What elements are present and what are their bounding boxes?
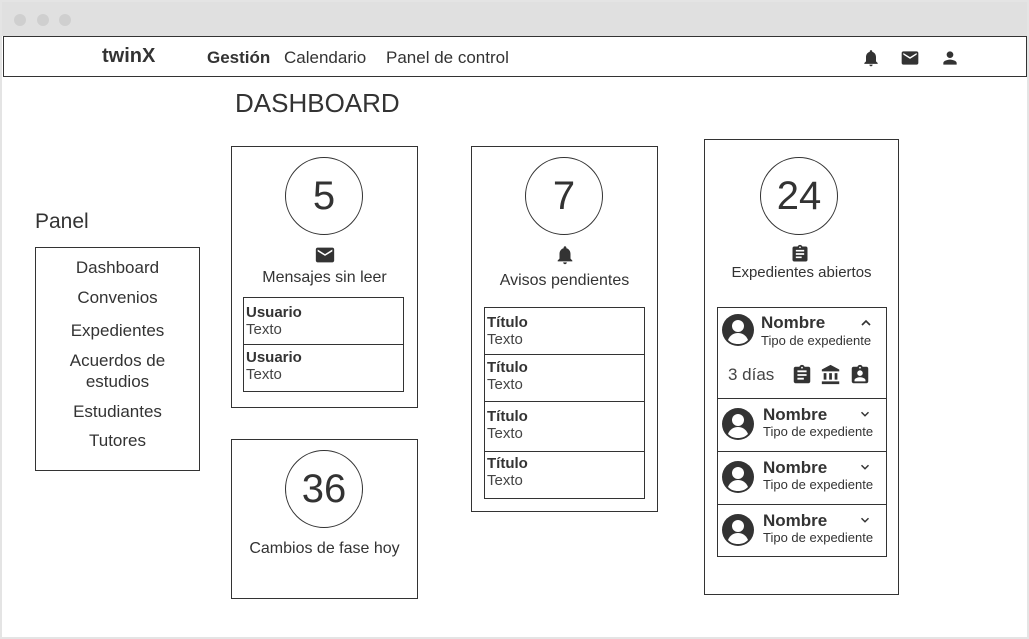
files-list: Nombre Tipo de expediente 3 días Nombre …	[717, 307, 887, 557]
file-type: Tipo de expediente	[763, 424, 874, 439]
notice-text: Texto	[487, 472, 523, 489]
message-text: Texto	[246, 366, 282, 383]
bell-icon	[557, 246, 573, 265]
window-maximize-dot[interactable]	[59, 14, 71, 26]
file-type: Tipo de expediente	[763, 530, 874, 545]
files-card: 24 Expedientes abiertos Nombre Tipo de e…	[704, 139, 899, 595]
sidebar-item-expedientes[interactable]: Expedientes	[36, 320, 199, 341]
notice-title: Título	[487, 359, 528, 376]
file-name: Nombre	[763, 458, 828, 477]
browser-window: twinX Gestión Calendario Panel de contro…	[0, 0, 1029, 639]
mail-icon[interactable]	[900, 48, 920, 68]
notice-text: Texto	[487, 331, 523, 348]
notice-text: Texto	[487, 376, 523, 393]
list-item[interactable]: Nombre Tipo de expediente	[718, 504, 886, 556]
sidebar-item-estudiantes[interactable]: Estudiantes	[36, 401, 199, 422]
chevron-down-icon[interactable]	[858, 460, 872, 474]
file-name: Nombre	[763, 511, 828, 530]
notices-card: 7 Avisos pendientes Título Texto Título …	[471, 146, 658, 512]
sidebar-item-acuerdos-de-estudios[interactable]: Acuerdos de estudios	[36, 350, 199, 392]
user-icon[interactable]	[940, 48, 960, 68]
list-item[interactable]: Usuario Texto	[244, 344, 403, 392]
chevron-down-icon[interactable]	[858, 407, 872, 421]
list-item[interactable]: Título Texto	[487, 314, 642, 348]
message-text: Texto	[246, 321, 282, 338]
chevron-down-icon[interactable]	[858, 513, 872, 527]
brand-logo[interactable]: twinX	[102, 45, 155, 68]
notices-count: 7	[525, 157, 603, 235]
page-title: DASHBOARD	[235, 88, 400, 118]
top-navbar: twinX Gestión Calendario Panel de contro…	[3, 36, 1027, 77]
sidebar-title: Panel	[35, 210, 89, 233]
messages-card: 5 Mensajes sin leer Usuario Texto Usuari…	[231, 146, 418, 408]
notice-title: Título	[487, 408, 528, 425]
window-titlebar	[2, 2, 1027, 36]
notice-text: Texto	[487, 425, 523, 442]
avatar-icon	[722, 461, 754, 493]
file-type: Tipo de expediente	[763, 477, 874, 492]
file-name: Nombre	[761, 313, 826, 332]
message-user: Usuario	[246, 304, 302, 321]
notice-title: Título	[487, 314, 528, 331]
files-label: Expedientes abiertos	[731, 264, 872, 281]
list-item[interactable]: Nombre Tipo de expediente	[718, 451, 886, 504]
clipboard-icon[interactable]	[791, 364, 813, 386]
sidebar-item-convenios[interactable]: Convenios	[36, 287, 199, 308]
sidebar-panel: Dashboard Convenios Expedientes Acuerdos…	[35, 247, 200, 471]
avatar-icon	[722, 314, 754, 346]
assignment-ind-icon[interactable]	[849, 364, 871, 386]
nav-item-calendario[interactable]: Calendario	[284, 48, 366, 68]
mail-icon	[315, 247, 335, 263]
nav-item-gestion[interactable]: Gestión	[207, 48, 270, 68]
phase-changes-count: 36	[285, 450, 363, 528]
sidebar-item-dashboard[interactable]: Dashboard	[36, 257, 199, 278]
list-item[interactable]: Nombre Tipo de expediente	[718, 398, 886, 451]
nav-item-panel-de-control[interactable]: Panel de control	[386, 48, 509, 68]
phase-changes-card: 36 Cambios de fase hoy	[231, 439, 418, 599]
list-item-expanded[interactable]: Nombre Tipo de expediente 3 días	[718, 308, 886, 398]
list-item[interactable]: Usuario Texto	[246, 304, 401, 338]
chevron-up-icon[interactable]	[858, 315, 874, 331]
window-minimize-dot[interactable]	[37, 14, 49, 26]
bell-icon[interactable]	[861, 48, 881, 68]
notice-title: Título	[487, 455, 528, 472]
messages-list: Usuario Texto Usuario Texto	[243, 297, 404, 392]
messages-label: Mensajes sin leer	[262, 269, 387, 286]
avatar-icon	[722, 408, 754, 440]
notices-label: Avisos pendientes	[499, 272, 630, 289]
file-type: Tipo de expediente	[761, 333, 872, 348]
phase-changes-label: Cambios de fase hoy	[249, 540, 400, 557]
list-item[interactable]: Título Texto	[485, 401, 644, 451]
institution-icon[interactable]	[820, 364, 842, 386]
avatar-icon	[722, 514, 754, 546]
notices-list: Título Texto Título Texto Título Texto T…	[484, 307, 645, 499]
clipboard-icon	[792, 244, 808, 262]
sidebar-item-tutores[interactable]: Tutores	[36, 430, 199, 451]
file-name: Nombre	[763, 405, 828, 424]
file-days: 3 días	[728, 365, 775, 384]
files-count: 24	[760, 157, 838, 235]
messages-count: 5	[285, 157, 363, 235]
list-item[interactable]: Título Texto	[485, 451, 644, 498]
list-item[interactable]: Título Texto	[485, 354, 644, 401]
window-close-dot[interactable]	[14, 14, 26, 26]
message-user: Usuario	[246, 349, 302, 366]
